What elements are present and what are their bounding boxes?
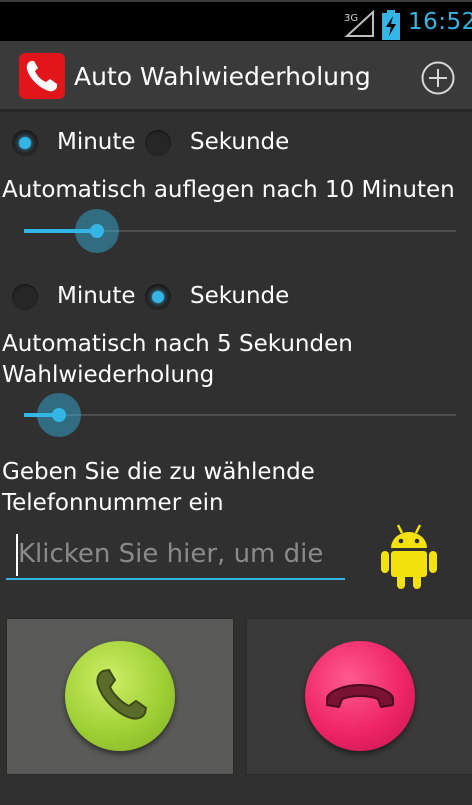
phone-call-icon <box>65 641 175 751</box>
phone-prompt-line2: Telefonnummer ein <box>2 490 224 516</box>
status-bar: 3G 16:52 <box>0 0 472 41</box>
hangup-duration-slider[interactable] <box>24 209 456 253</box>
text-cursor <box>16 534 18 576</box>
phone-number-input[interactable] <box>6 530 345 580</box>
redial-unit-radio-group: Minute Sekunde <box>0 277 472 317</box>
phone-hangup-icon <box>305 641 415 751</box>
app-title: Auto Wahlwiederholung <box>74 62 371 91</box>
hangup-second-label[interactable]: Sekunde <box>190 129 289 155</box>
hangup-button[interactable] <box>246 618 472 775</box>
network-type-label: 3G <box>344 13 358 24</box>
redial-second-radio[interactable] <box>145 284 171 310</box>
redial-duration-label-line2: Wahlwiederholung <box>2 362 215 388</box>
redial-minute-radio[interactable] <box>12 284 38 310</box>
hangup-second-radio[interactable] <box>145 130 171 156</box>
phone-prompt-line1: Geben Sie die zu wählende <box>2 459 315 485</box>
dial-button[interactable] <box>6 618 234 775</box>
battery-charging-icon <box>382 10 400 40</box>
hangup-minute-radio[interactable] <box>12 130 38 156</box>
slider-thumb[interactable] <box>36 393 81 437</box>
signal-3g-icon: 3G <box>344 10 374 37</box>
redial-duration-label-line1: Automatisch nach 5 Sekunden <box>2 331 353 357</box>
add-circle-icon[interactable] <box>420 60 456 96</box>
hangup-minute-label[interactable]: Minute <box>57 129 136 155</box>
redial-minute-label[interactable]: Minute <box>57 283 136 309</box>
android-icon[interactable] <box>380 522 438 590</box>
hangup-unit-radio-group: Minute Sekunde <box>0 123 472 163</box>
slider-thumb[interactable] <box>75 209 120 253</box>
action-bar: Auto Wahlwiederholung <box>0 41 472 112</box>
hangup-duration-label: Automatisch auflegen nach 10 Minuten <box>2 177 455 203</box>
phone-icon <box>19 53 65 99</box>
redial-duration-slider[interactable] <box>24 393 456 437</box>
slider-track <box>24 414 456 416</box>
clock: 16:52 <box>408 9 472 35</box>
redial-second-label[interactable]: Sekunde <box>190 283 289 309</box>
